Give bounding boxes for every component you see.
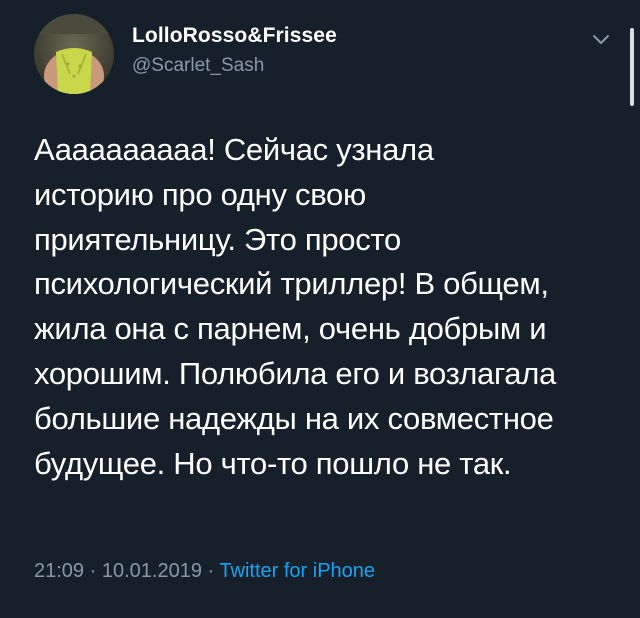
tweet-text-line: хорошим. Полюбила его и возлагала	[34, 355, 556, 391]
tweet-text-line: большие надежды на их совместное	[34, 400, 554, 436]
meta-separator: ·	[207, 560, 215, 582]
avatar-photo	[34, 14, 114, 94]
tweet-card: LolloRosso&Frissee @Scarlet_Sash Ааааааа…	[0, 0, 640, 618]
avatar[interactable]	[34, 14, 114, 94]
tweet-source-link[interactable]: Twitter for iPhone	[219, 560, 375, 582]
tweet-text-line: историю про одну свою	[34, 176, 366, 212]
tweet-text: Аааааааааа! Сейчас узнала историю про од…	[34, 128, 624, 486]
display-name[interactable]: LolloRosso&Frissee	[132, 24, 337, 48]
tweet-text-line: психологический триллер! В общем,	[34, 266, 549, 302]
tweet-time[interactable]: 21:09	[34, 560, 84, 582]
tweet-meta: 21:09 · 10.01.2019 · Twitter for iPhone	[34, 560, 375, 583]
tweet-text-line: будущее. Но что-то пошло не так.	[34, 445, 512, 481]
tweet-text-line: Аааааааааа! Сейчас узнала	[34, 132, 434, 167]
tweet-text-line: жила она с парнем, очень добрым и	[34, 311, 547, 347]
chevron-down-icon[interactable]	[590, 28, 612, 50]
meta-separator: ·	[89, 560, 97, 582]
user-handle[interactable]: @Scarlet_Sash	[132, 55, 264, 77]
tweet-date[interactable]: 10.01.2019	[102, 560, 202, 582]
tweet-text-line: приятельницу. Это просто	[34, 221, 401, 257]
scrollbar[interactable]	[630, 28, 634, 106]
